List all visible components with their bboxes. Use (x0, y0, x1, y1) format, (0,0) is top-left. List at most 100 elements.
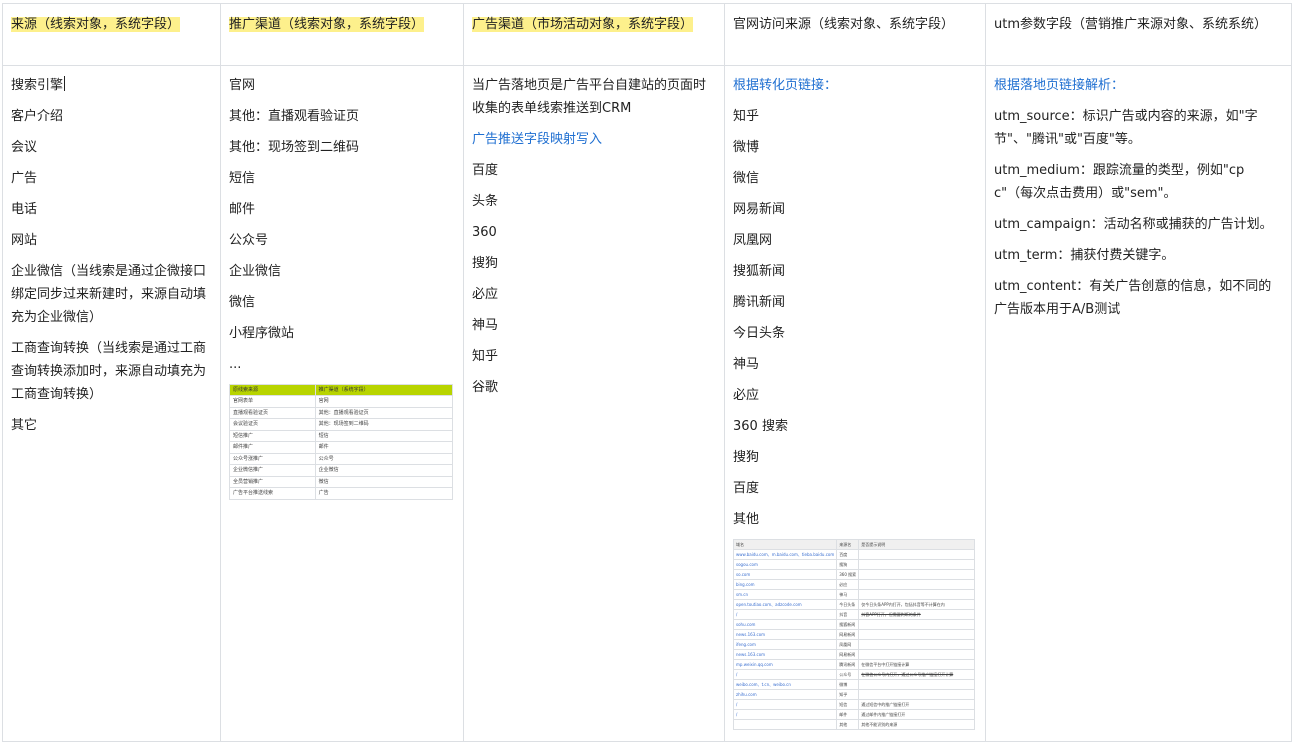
list-item: 微博 (733, 140, 760, 155)
ad-mapping-link[interactable]: 广告推送字段映射写入 (472, 128, 716, 151)
mini-table-cell: 在微信平台中打开链接计算 (858, 659, 975, 670)
mini-table-cell: 知乎 (836, 689, 860, 700)
mini-table-cell (858, 619, 975, 630)
mini-table-cell (858, 629, 975, 640)
mini-table-cell: 360 搜索 (836, 569, 860, 580)
mini-table-row: www.baidu.com、m.baidu.com、tieba.baidu.co… (732, 549, 975, 560)
mini-table-cell (858, 549, 975, 560)
list-item: 其他 (733, 512, 760, 527)
mini-table-cell: 邮件 (836, 709, 860, 720)
mini-table-cell (858, 639, 975, 650)
mini-table-cell (858, 579, 975, 590)
list-item: 短信 (229, 171, 256, 186)
mini-table-cell: open.toutiao.com、adzcode.com (732, 599, 838, 610)
list-item: 搜狐新闻 (733, 264, 786, 279)
header-utm-fields: utm参数字段（营销推广来源对象、系统系统） (985, 3, 1292, 66)
mini-table-cell: 邮件推广 (229, 441, 316, 454)
body-row: 搜索引擎 客户介绍 会议 广告 电话 网站 企业微信（当线索是通过企微接口绑定同… (2, 65, 1292, 742)
mini-table-row: sm.cn 神马 (732, 589, 975, 600)
mini-table-row: 官网表单 官网 (229, 395, 454, 408)
mini-table-cell: 仅今日头条APP内打开，包括抖音等不计算在内 (858, 599, 975, 610)
mini-table-row: news.163.com 网易新闻 (732, 649, 975, 660)
list-item: 头条 (472, 194, 499, 209)
cell-ad-channel[interactable]: 当广告落地页是广告平台自建站的页面时收集的表单线索推送到CRM 广告推送字段映射… (463, 65, 725, 742)
mini-table-cell: mp.weixin.qq.com (732, 659, 838, 670)
mini-table-row: 直播观看验证页 其他：直播观看验证页 (229, 406, 454, 419)
list-item: 邮件 (229, 202, 256, 217)
mini-table-row: sogou.com 搜狗 (732, 559, 975, 570)
mini-table-cell (858, 689, 975, 700)
mini-table-cell: 通过邮件内推广链接打开 (858, 709, 975, 720)
mini-table-cell: 搜狐新闻 (836, 619, 860, 630)
list-item: 企业微信 (229, 264, 282, 279)
mini-table-cell: 其他 (836, 719, 860, 730)
mini-table-cell: 微博 (836, 679, 860, 690)
cell-source[interactable]: 搜索引擎 客户介绍 会议 广告 电话 网站 企业微信（当线索是通过企微接口绑定同… (2, 65, 221, 742)
conversion-page-link[interactable]: 根据转化页链接： (733, 74, 977, 97)
mini-table-cell: 企业微信 (314, 464, 454, 477)
mini-table-cell: 公众号 (836, 669, 860, 680)
mini-table-cell (858, 649, 975, 660)
mini-table-cell: sm.cn (732, 589, 838, 600)
mini-table-cell: 网易新闻 (836, 649, 860, 660)
mini-table-cell: 广告 (314, 487, 454, 500)
domain-mapping-image-table: 域名 来源名 是否提示说明 www.baidu.com、m.baidu.com、tie… (732, 539, 975, 730)
mini-table-cell: ifeng.com (732, 639, 838, 650)
mini-table-cell: 微信 (314, 475, 454, 488)
utm-source-text: utm_source：标识广告或内容的来源，如"字节"、"腾讯"或"百度"等。 (994, 109, 1258, 147)
list-item: 百度 (733, 481, 760, 496)
mini-table-cell: / (732, 609, 838, 620)
list-item: 会议 (11, 140, 38, 155)
list-item: 企业微信（当线索是通过企微接口绑定同步过来新建时，来源自动填充为企业微信） (11, 264, 207, 325)
mini-table-cell: 其他不能识别的来源 (858, 719, 975, 730)
mini-table-cell: 腾讯新闻 (836, 659, 860, 670)
mini-table-row: / 公众号 在微信公众号内打开，通过公众号推广链接打开计算 (732, 669, 975, 680)
header-ad-channel: 广告渠道（市场活动对象，系统字段） (463, 3, 725, 66)
mini-table-cell (858, 559, 975, 570)
list-item: 搜狗 (733, 450, 760, 465)
intro-text: 当广告落地页是广告平台自建站的页面时收集的表单线索推送到CRM (472, 78, 707, 116)
list-item: 今日头条 (733, 326, 786, 341)
mini-table-cell: sogou.com (732, 559, 838, 570)
mini-table-cell: 公众号 (314, 452, 454, 465)
list-item: 360 搜索 (733, 419, 788, 434)
cell-utm-fields[interactable]: 根据落地页链接解析： utm_source：标识广告或内容的来源，如"字节"、"… (985, 65, 1292, 742)
mini-table-cell: 公众号涨推广 (229, 452, 316, 465)
mini-table-cell: 原线索来源 (229, 384, 316, 396)
mini-table-cell: 凤凰网 (836, 639, 860, 650)
mini-table-row: zhihu.com 知乎 (732, 689, 975, 700)
list-item: 其他：直播观看验证页 (229, 109, 360, 124)
list-item: 腾讯新闻 (733, 295, 786, 310)
list-item: 知乎 (733, 109, 760, 124)
source-fields-table: 来源（线索对象，系统字段） 推广渠道（线索对象，系统字段） 广告渠道（市场活动对… (2, 3, 1292, 742)
cell-website-source[interactable]: 根据转化页链接： 知乎 微博 微信 网易新闻 凤凰网 搜狐新闻 腾讯新闻 今日头… (724, 65, 986, 742)
utm-campaign-text: utm_campaign：活动名称或捕获的广告计划。 (994, 217, 1273, 232)
mini-table-cell: 在微信公众号内打开，通过公众号推广链接打开计算 (858, 669, 975, 680)
list-item: ... (229, 357, 242, 372)
header-website-source: 官网访问来源（线索对象、系统字段） (724, 3, 986, 66)
text-cursor (64, 76, 66, 91)
list-item: 其他：现场签到二维码 (229, 140, 360, 155)
list-item: 神马 (733, 357, 760, 372)
mini-table-cell: 邮件 (314, 441, 454, 454)
mini-table-cell: 会议验证页 (229, 418, 316, 431)
mini-table-row: 广告平台推送线索 广告 (229, 487, 454, 500)
list-item: 百度 (472, 163, 499, 178)
list-item: 小程序微站 (229, 326, 295, 341)
mini-table-cell: 来源名 (836, 539, 860, 550)
mini-table-cell: zhihu.com (732, 689, 838, 700)
mini-table-cell: 神马 (836, 589, 860, 600)
header-source: 来源（线索对象，系统字段） (2, 3, 221, 66)
mini-table-row: 邮件推广 邮件 (229, 441, 454, 454)
mini-table-row: news.163.com 网易新闻 (732, 629, 975, 640)
list-item: 电话 (11, 202, 38, 217)
landing-page-link[interactable]: 根据落地页链接解析： (994, 74, 1283, 97)
utm-medium-text: utm_medium：跟踪流量的类型，例如"cpc"（每次点击费用）或"sem"… (994, 163, 1245, 201)
list-item: 微信 (229, 295, 256, 310)
list-item: 谷歌 (472, 380, 499, 395)
cell-promo-channel[interactable]: 官网 其他：直播观看验证页 其他：现场签到二维码 短信 邮件 公众号 企业微信 … (220, 65, 464, 742)
mini-table-cell: 是否提示说明 (858, 539, 975, 550)
mini-table-cell: 官网表单 (229, 395, 316, 408)
mini-table-cell: / (732, 699, 838, 710)
utm-content-text: utm_content：有关广告创意的信息，如不同的广告版本用于A/B测试 (994, 279, 1272, 317)
